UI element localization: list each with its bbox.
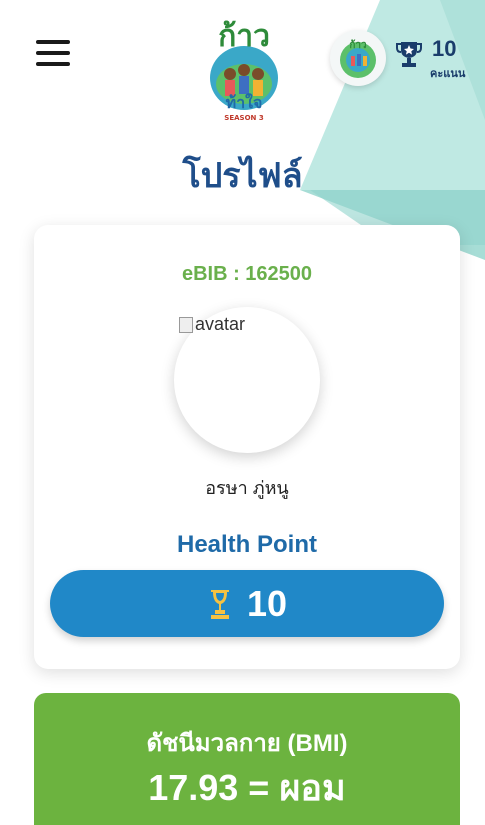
health-point-label: Health Point xyxy=(176,531,317,558)
user-name: อรษา ภู่หนู xyxy=(205,478,289,498)
svg-text:ก้าว: ก้าว xyxy=(218,19,270,54)
health-point-bar: 10 xyxy=(50,570,444,637)
kaotumjai-logo-icon: ก้าว ท้าใจ SEASON 3 xyxy=(210,19,278,122)
avatar-broken-image: avatar xyxy=(179,314,245,335)
svg-text:ก้าว: ก้าว xyxy=(349,39,367,51)
bmi-label: ดัชนีมวลกาย (BMI) xyxy=(146,730,348,757)
profile-page: ก้าว ท้าใจ SEASON 3 ก้าว 10 คะแนน โปรไฟล… xyxy=(0,0,485,825)
user-avatar-small[interactable]: ก้าว xyxy=(330,30,386,86)
avatar-logo-icon: ก้าว xyxy=(340,39,376,78)
broken-image-icon xyxy=(179,316,193,333)
avatar-alt-text: avatar xyxy=(195,314,246,334)
points-unit-label: คะแนน xyxy=(430,68,466,80)
menu-button[interactable] xyxy=(36,40,70,66)
health-point-value: 10 xyxy=(246,582,288,624)
bmi-card: ดัชนีมวลกาย (BMI) 17.93 = ผอม xyxy=(34,693,460,825)
svg-text:ท้าใจ: ท้าใจ xyxy=(226,93,263,112)
points-value: 10 xyxy=(432,36,457,61)
svg-text:SEASON 3: SEASON 3 xyxy=(224,114,264,122)
profile-card: eBIB : 162500 avatar อรษา ภู่หนู Health … xyxy=(34,225,460,669)
points-indicator[interactable]: 10 คะแนน xyxy=(396,36,472,86)
ebib-number: eBIB : 162500 xyxy=(181,263,313,285)
page-title: โปรไฟล์ xyxy=(182,157,303,195)
trophy-gold-icon xyxy=(210,589,229,619)
trophy-icon xyxy=(396,42,422,67)
bmi-value: 17.93 = ผอม xyxy=(148,767,346,808)
